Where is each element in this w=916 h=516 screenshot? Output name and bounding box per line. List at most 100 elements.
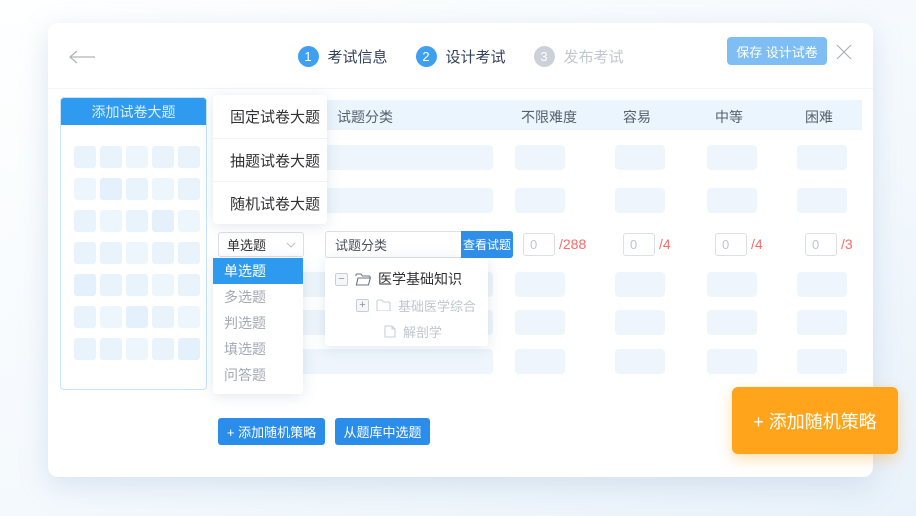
placeholder-grid (61, 125, 206, 360)
add-random-strategy-button[interactable]: + 添加随机策略 (218, 418, 325, 445)
placeholder-square (152, 146, 174, 168)
placeholder-square (152, 274, 174, 296)
placeholder-square (100, 178, 122, 200)
placeholder-square (126, 146, 148, 168)
count-input[interactable] (715, 232, 747, 256)
count-input[interactable] (623, 232, 655, 256)
tree-node-label: 解剖学 (403, 324, 443, 340)
step-number-badge: 2 (415, 46, 437, 67)
placeholder-square (126, 274, 148, 296)
count-easy: /4 (623, 232, 671, 256)
placeholder-square (126, 338, 148, 360)
count-input[interactable] (523, 232, 555, 256)
question-type-select[interactable]: 单选题 (218, 232, 304, 257)
placeholder-square (178, 210, 200, 232)
placeholder-square (74, 146, 96, 168)
wizard-header: 1 考试信息 2 设计考试 3 发布考试 保存 设计试卷 (48, 23, 873, 89)
back-arrow-icon[interactable] (68, 49, 96, 70)
column-header-any-difficulty: 不限难度 (521, 109, 577, 125)
placeholder-square (178, 242, 200, 264)
column-header-easy: 容易 (623, 109, 651, 125)
tree-node-root[interactable]: − 医学基础知识 (325, 266, 488, 292)
count-medium: /4 (715, 232, 763, 256)
count-input[interactable] (805, 232, 837, 256)
step-label: 考试信息 (327, 49, 388, 66)
category-input-group: 查看试题 (325, 231, 513, 258)
table-row (215, 272, 862, 297)
placeholder-square (152, 242, 174, 264)
category-tree-panel: − 医学基础知识 + 基础医学综合 解剖学 (325, 258, 488, 346)
placeholder-square (152, 178, 174, 200)
section-type-menu: 固定试卷大题 抽题试卷大题 随机试卷大题 (213, 95, 327, 224)
tree-node-leaf[interactable]: 解剖学 (325, 318, 488, 344)
placeholder-square (100, 146, 122, 168)
collapse-minus-icon[interactable]: − (335, 272, 348, 286)
step-label: 发布考试 (563, 49, 624, 66)
placeholder-square (100, 242, 122, 264)
placeholder-square (178, 146, 200, 168)
count-total: /288 (559, 236, 587, 252)
option-fill-choice[interactable]: 填选题 (213, 336, 303, 362)
count-hard: /3 (805, 232, 853, 256)
tree-node-label: 基础医学综合 (398, 298, 477, 314)
placeholder-square (100, 274, 122, 296)
question-type-selected-value: 单选题 (227, 238, 267, 253)
placeholder-square (152, 210, 174, 232)
exam-designer-card: 1 考试信息 2 设计考试 3 发布考试 保存 设计试卷 添加试卷大题 试题分类… (48, 23, 898, 477)
placeholder-square (74, 178, 96, 200)
tree-node-label: 医学基础知识 (378, 271, 462, 287)
step-design-exam[interactable]: 2 设计考试 (415, 46, 506, 67)
placeholder-square (74, 306, 96, 328)
view-questions-button[interactable]: 查看试题 (461, 231, 513, 258)
step-number-badge: 1 (297, 46, 319, 67)
count-any-difficulty: /288 (523, 232, 586, 256)
menu-item-drawn-section[interactable]: 抽题试卷大题 (213, 138, 327, 181)
menu-item-random-section[interactable]: 随机试卷大题 (213, 181, 327, 224)
question-type-options: 单选题 多选题 判选题 填选题 问答题 (213, 258, 303, 394)
placeholder-square (100, 338, 122, 360)
placeholder-square (152, 306, 174, 328)
step-publish-exam[interactable]: 3 发布考试 (533, 46, 624, 67)
folder-icon (376, 299, 391, 311)
placeholder-square (100, 210, 122, 232)
placeholder-square (74, 274, 96, 296)
pick-from-bank-button[interactable]: 从题库中选题 (335, 418, 430, 445)
save-paper-button[interactable]: 保存 设计试卷 (727, 37, 827, 65)
placeholder-square (178, 306, 200, 328)
file-icon (384, 324, 396, 338)
step-label: 设计考试 (445, 49, 506, 66)
table-row (215, 310, 862, 335)
placeholder-square (126, 242, 148, 264)
count-total: /3 (841, 236, 853, 252)
placeholder-square (126, 210, 148, 232)
close-icon[interactable] (835, 43, 853, 66)
placeholder-square (74, 242, 96, 264)
placeholder-square (100, 306, 122, 328)
placeholder-square (178, 274, 200, 296)
option-multi-choice[interactable]: 多选题 (213, 284, 303, 310)
placeholder-square (178, 338, 200, 360)
placeholder-square (74, 210, 96, 232)
placeholder-square (126, 178, 148, 200)
placeholder-square (152, 338, 174, 360)
column-header-hard: 困难 (805, 109, 833, 125)
folder-open-icon (355, 272, 371, 286)
column-header-category: 试题分类 (337, 109, 393, 125)
placeholder-square (178, 178, 200, 200)
count-total: /4 (659, 236, 671, 252)
chevron-down-icon (286, 242, 296, 248)
option-judge-choice[interactable]: 判选题 (213, 310, 303, 336)
tree-node-child[interactable]: + 基础医学综合 (325, 292, 488, 318)
option-single-choice[interactable]: 单选题 (213, 258, 303, 284)
menu-item-fixed-section[interactable]: 固定试卷大题 (213, 95, 327, 138)
count-total: /4 (751, 236, 763, 252)
option-qa[interactable]: 问答题 (213, 362, 303, 388)
column-header-medium: 中等 (715, 109, 743, 125)
placeholder-square (126, 306, 148, 328)
expand-plus-icon[interactable]: + (356, 298, 369, 312)
table-row (215, 349, 862, 374)
step-indicator: 1 考试信息 2 设计考试 3 发布考试 (297, 46, 624, 67)
step-exam-info[interactable]: 1 考试信息 (297, 46, 387, 67)
add-random-strategy-cta-button[interactable]: + 添加随机策略 (732, 387, 898, 454)
add-section-button[interactable]: 添加试卷大题 (61, 98, 206, 125)
